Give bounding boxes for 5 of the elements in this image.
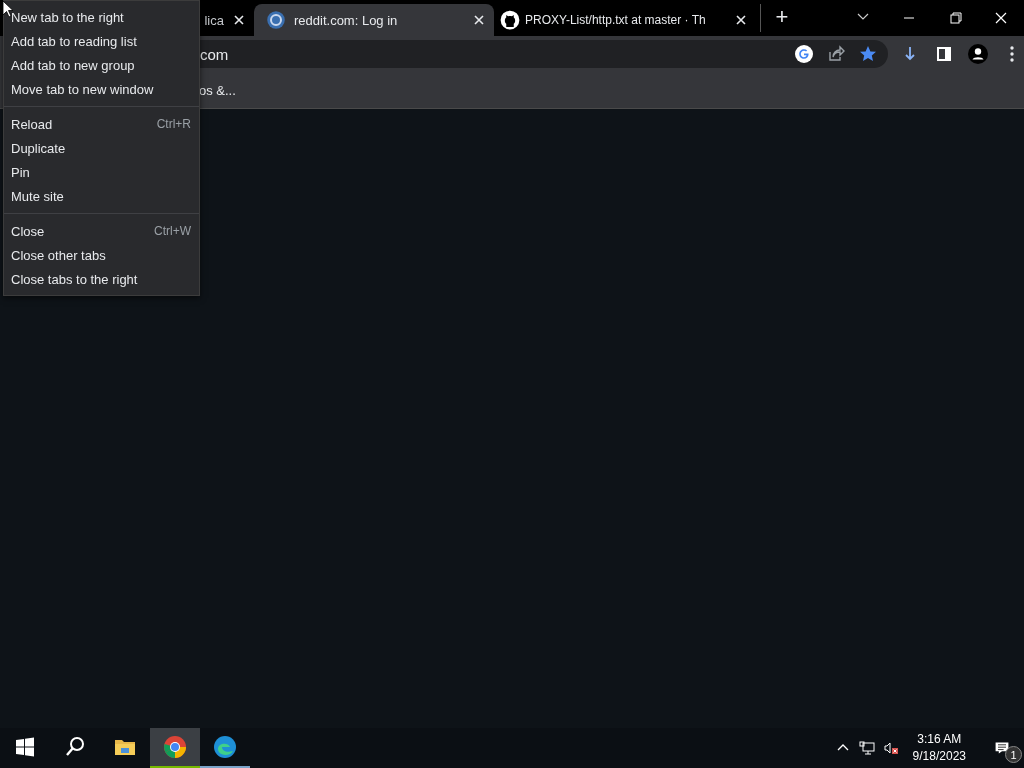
notification-count: 1 bbox=[1005, 746, 1022, 763]
time-text: 3:16 AM bbox=[917, 731, 962, 748]
date-text: 9/18/2023 bbox=[912, 748, 966, 765]
shortcut-text: Ctrl+R bbox=[156, 117, 191, 131]
shortcut-text: Ctrl+W bbox=[154, 224, 191, 238]
